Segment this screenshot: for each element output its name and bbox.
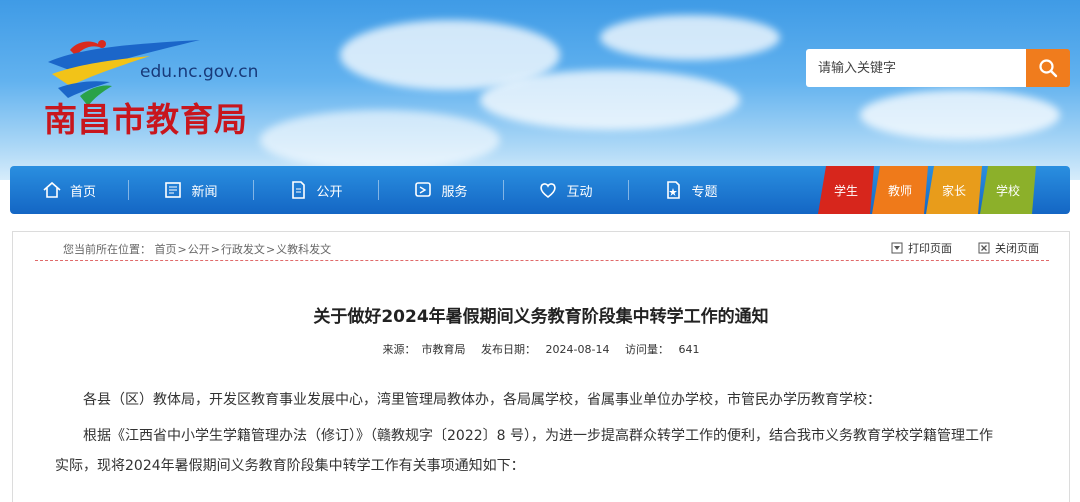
article-paragraph: 各县（区）教体局，开发区教育事业发展中心，湾里管理局教体办，各局属学校，省属事业… bbox=[83, 392, 881, 408]
article-meta: 来源： 市教育局 发布日期： 2024-08-14 访问量： 641 bbox=[13, 341, 1069, 357]
tab-schools[interactable]: 学校 bbox=[980, 166, 1036, 214]
date-label: 发布日期： bbox=[481, 343, 537, 356]
service-icon bbox=[415, 182, 432, 197]
cloud-decoration bbox=[600, 15, 780, 60]
search-button[interactable] bbox=[1026, 49, 1070, 87]
home-icon bbox=[43, 181, 61, 198]
divider bbox=[35, 260, 1049, 261]
close-icon bbox=[978, 242, 990, 254]
nav-item-label: 公开 bbox=[316, 184, 343, 200]
breadcrumb-prefix: 您当前所在位置： bbox=[63, 243, 151, 256]
site-header: edu.nc.gov.cn 南昌市教育局 bbox=[0, 0, 1080, 180]
breadcrumb-separator: > bbox=[210, 243, 220, 256]
breadcrumb-item-home[interactable]: 首页 bbox=[155, 243, 177, 256]
nav-item-label: 专题 bbox=[691, 184, 718, 200]
close-page-label: 关闭页面 bbox=[995, 242, 1039, 255]
nav-item-service[interactable]: 服务 bbox=[378, 166, 503, 214]
search-icon bbox=[1039, 59, 1058, 78]
news-icon bbox=[165, 182, 182, 198]
breadcrumb-separator: > bbox=[265, 243, 276, 256]
site-title[interactable]: 南昌市教育局 bbox=[44, 93, 248, 141]
breadcrumb-item-public[interactable]: 公开 bbox=[188, 243, 210, 256]
search-box bbox=[806, 49, 1070, 87]
tab-students[interactable]: 学生 bbox=[818, 166, 874, 214]
nav-item-topic[interactable]: 专题 bbox=[628, 166, 753, 214]
nav-item-home[interactable]: 首页 bbox=[10, 166, 128, 214]
tab-teachers[interactable]: 教师 bbox=[872, 166, 928, 214]
print-page-label: 打印页面 bbox=[908, 242, 952, 255]
article-paragraph: 根据《江西省中小学生学籍管理办法（修订）》（赣教规字〔2022〕8 号），为进一… bbox=[83, 428, 993, 444]
cloud-decoration bbox=[260, 110, 500, 170]
site-domain: edu.nc.gov.cn bbox=[140, 62, 259, 82]
source-value: 市教育局 bbox=[421, 343, 466, 356]
cloud-decoration bbox=[480, 70, 740, 130]
article-title: 关于做好2024年暑假期间义务教育阶段集中转学工作的通知 bbox=[313, 307, 769, 327]
print-page-button[interactable]: 打印页面 bbox=[891, 240, 952, 256]
nav-item-label: 首页 bbox=[69, 184, 96, 200]
search-input[interactable] bbox=[806, 49, 1026, 87]
nav-item-public[interactable]: 公开 bbox=[253, 166, 378, 214]
source-label: 来源： bbox=[382, 343, 416, 356]
nav-item-interact[interactable]: 互动 bbox=[503, 166, 628, 214]
heart-icon bbox=[540, 183, 557, 198]
topic-icon bbox=[667, 181, 681, 199]
breadcrumb-separator: > bbox=[177, 243, 187, 256]
article-panel: 您当前所在位置： 首页>公开>行政发文>义教科发文 打印页面 关闭页面 关于做好… bbox=[12, 231, 1070, 502]
audience-tabs: 学生 教师 家长 学校 bbox=[820, 166, 1036, 214]
breadcrumb: 您当前所在位置： 首页>公开>行政发文>义教科发文 bbox=[63, 241, 331, 257]
breadcrumb-item-admin-docs[interactable]: 行政发文 bbox=[221, 243, 265, 256]
tab-parents[interactable]: 家长 bbox=[926, 166, 982, 214]
nav-item-news[interactable]: 新闻 bbox=[128, 166, 253, 214]
article-paragraph: 实际，现将2024年暑假期间义务教育阶段集中转学工作有关事项通知如下： bbox=[55, 458, 525, 474]
close-page-button[interactable]: 关闭页面 bbox=[978, 240, 1039, 256]
views-label: 访问量： bbox=[624, 343, 669, 356]
document-icon bbox=[292, 181, 306, 199]
nav-item-label: 互动 bbox=[566, 184, 593, 200]
date-value: 2024-08-14 bbox=[545, 343, 610, 356]
nav-item-label: 服务 bbox=[441, 184, 468, 200]
page-tools: 打印页面 关闭页面 bbox=[891, 240, 1039, 256]
views-value: 641 bbox=[678, 343, 700, 356]
breadcrumb-item-compulsory-docs[interactable]: 义教科发文 bbox=[276, 243, 331, 256]
cloud-decoration bbox=[860, 90, 1060, 140]
print-icon bbox=[891, 242, 903, 254]
nav-item-label: 新闻 bbox=[191, 184, 218, 200]
